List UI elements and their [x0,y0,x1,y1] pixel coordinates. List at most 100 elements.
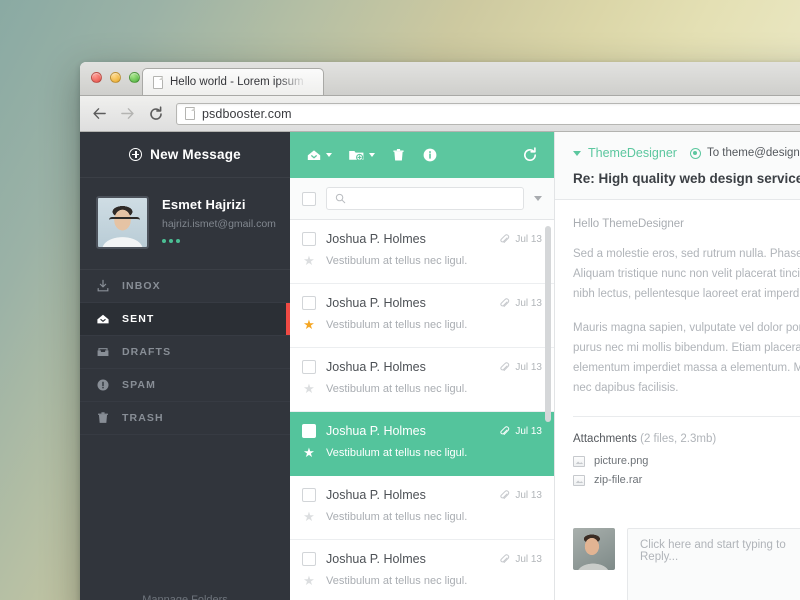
profile-name: Esmet Hajrizi [162,197,246,212]
desktop-background: Hello world - Lorem ipsum sip psdbooster… [0,0,800,600]
star-icon[interactable]: ★ [302,510,316,523]
address-bar-url: psdbooster.com [202,106,292,121]
table-row[interactable]: Joshua P. Holmes Jul 13 ★ Vestibulum at … [290,476,554,540]
message-snippet: Vestibulum at tellus nec ligul. [326,510,468,523]
recipient-text: To theme@designer.in [706,147,800,159]
profile-email: hajrizi.ismet@gmail.com [162,218,276,230]
recipient-block: To theme@designer.in [689,147,800,159]
attachment-icon [499,553,510,565]
user-profile[interactable]: Esmet Hajrizi hajrizi.ismet@gmail.com [80,178,290,270]
reading-pane: ThemeDesigner To theme@designer.in Re: H… [555,132,800,600]
table-row[interactable]: Joshua P. Holmes Jul 13 ★ Vestibulum at … [290,412,554,476]
table-row[interactable]: Joshua P. Holmes Jul 13 ★ Vestibulum at … [290,220,554,284]
page-security-icon [185,107,195,120]
list-item[interactable]: picture.png [573,455,800,467]
sidebar-item-spam[interactable]: SPAM [80,369,290,402]
close-window-button[interactable] [91,72,102,83]
three-dots-icon[interactable] [162,239,274,243]
plus-circle-icon [129,148,143,161]
row-checkbox[interactable] [302,232,316,246]
browser-tabstrip[interactable]: Hello world - Lorem ipsum sip [142,62,324,95]
search-input[interactable] [326,187,524,210]
sidebar-item-sent[interactable]: SENT [80,303,290,336]
sender-dropdown[interactable]: ThemeDesigner [573,146,677,160]
message-sender: Joshua P. Holmes [326,424,426,438]
address-bar[interactable]: psdbooster.com [176,102,800,125]
select-all-checkbox[interactable] [302,191,316,206]
move-to-folder-button[interactable] [348,147,375,163]
sidebar-item-label: SPAM [122,379,156,391]
window-controls[interactable] [91,72,140,83]
star-icon[interactable]: ★ [302,254,316,267]
message-header: ThemeDesigner To theme@designer.in Re: H… [555,132,800,200]
drafts-folder-icon [96,345,110,359]
message-date: Jul 13 [515,425,542,437]
row-checkbox[interactable] [302,488,316,502]
attachment-icon [499,425,510,437]
sidebar-item-trash[interactable]: TRASH [80,402,290,435]
star-icon[interactable]: ★ [302,318,316,331]
minimize-window-button[interactable] [110,72,121,83]
new-message-button[interactable]: New Message [80,132,290,178]
browser-window: Hello world - Lorem ipsum sip psdbooster… [80,62,800,600]
refresh-button[interactable] [522,147,538,163]
trash-icon [96,411,110,425]
star-icon[interactable]: ★ [302,382,316,395]
sidebar: New Message Esmet Hajrizi hajrizi.ismet@… [80,132,290,600]
attachments-heading: Attachments (2 files, 2.3mb) [573,433,800,445]
avatar [96,196,149,249]
back-button[interactable] [90,104,109,123]
chevron-down-icon [326,153,332,157]
sidebar-item-label: INBOX [122,280,161,292]
row-checkbox[interactable] [302,552,316,566]
star-icon[interactable]: ★ [302,446,316,459]
row-checkbox[interactable] [302,296,316,310]
table-row[interactable]: Joshua P. Holmes Jul 13 ★ Vestibulum at … [290,284,554,348]
message-list[interactable]: Joshua P. Holmes Jul 13 ★ Vestibulum at … [290,220,554,600]
row-checkbox[interactable] [302,424,316,438]
search-icon [335,193,346,204]
star-icon[interactable]: ★ [302,574,316,587]
browser-tab[interactable]: Hello world - Lorem ipsum sip [142,68,324,95]
image-file-icon [573,455,585,467]
manage-folders-button[interactable]: Mannage Folders [80,578,290,600]
forward-button[interactable] [118,104,137,123]
reply-input[interactable]: Click here and start typing to Reply... [627,528,800,600]
sidebar-item-inbox[interactable]: INBOX [80,270,290,303]
info-button[interactable] [422,147,438,163]
chevron-down-icon [573,150,581,156]
list-item[interactable]: zip-file.rar [573,474,800,486]
manage-folders-label: Mannage Folders [142,594,228,600]
archive-button[interactable] [306,147,332,163]
filter-dropdown-button[interactable] [534,196,542,201]
browser-titlebar: Hello world - Lorem ipsum sip [80,62,800,96]
attachment-icon [499,233,510,245]
message-date: Jul 13 [515,553,542,565]
message-date: Jul 13 [515,297,542,309]
maximize-window-button[interactable] [129,72,140,83]
divider [573,416,800,418]
attachments-meta: (2 files, 2.3mb) [640,433,717,446]
message-subject: Re: High quality web design services [573,171,800,186]
message-date: Jul 13 [515,233,542,245]
message-snippet: Vestibulum at tellus nec ligul. [326,318,468,331]
message-sender: Joshua P. Holmes [326,232,426,246]
sidebar-item-drafts[interactable]: DRAFTS [80,336,290,369]
reload-button[interactable] [146,104,165,123]
table-row[interactable]: Joshua P. Holmes Jul 13 ★ Vestibulum at … [290,348,554,412]
delete-button[interactable] [391,147,406,163]
image-file-icon [573,474,585,486]
table-row[interactable]: Joshua P. Holmes Jul 13 ★ Vestibulum at … [290,540,554,600]
message-list-scrollbar[interactable] [545,226,551,422]
attachment-icon [499,297,510,309]
attachment-icon [499,489,510,501]
inbox-download-icon [96,279,110,293]
folder-list: INBOX SENT DRAFTS SPAM TRASH [80,270,290,578]
message-snippet: Vestibulum at tellus nec ligul. [326,382,468,395]
spam-alert-icon [96,378,110,392]
message-snippet: Vestibulum at tellus nec ligul. [326,254,468,267]
message-sender: Joshua P. Holmes [326,488,426,502]
message-sender: Joshua P. Holmes [326,296,426,310]
row-checkbox[interactable] [302,360,316,374]
recipient-icon [689,147,701,159]
